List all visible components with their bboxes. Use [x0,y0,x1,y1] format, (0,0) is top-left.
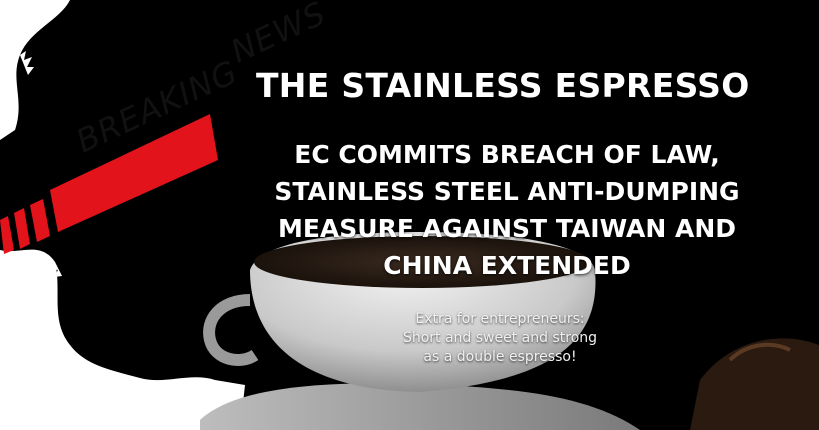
subtitle-line: as a double espresso! [423,349,577,365]
subtitle-line: Short and sweet and strong [402,330,598,346]
subtitle-line: Extra for entrepreneurs: [415,311,585,327]
brand-title: THE STAINLESS ESPRESSO [256,66,750,105]
breaking-news-banner: BREAKING NEWS THE STAINLESS ESPRESSO EC … [0,0,819,430]
headline-line: CHINA EXTENDED [383,251,631,280]
headline-line: MEASURE AGAINST TAIWAN AND [277,214,737,243]
headline-line: STAINLESS STEEL ANTI-DUMPING [274,177,740,206]
headline-line: EC COMMITS BREACH OF LAW, [294,140,720,169]
subtitle: Extra for entrepreneurs: Short and sweet… [380,310,620,367]
headline: EC COMMITS BREACH OF LAW, STAINLESS STEE… [262,136,752,284]
